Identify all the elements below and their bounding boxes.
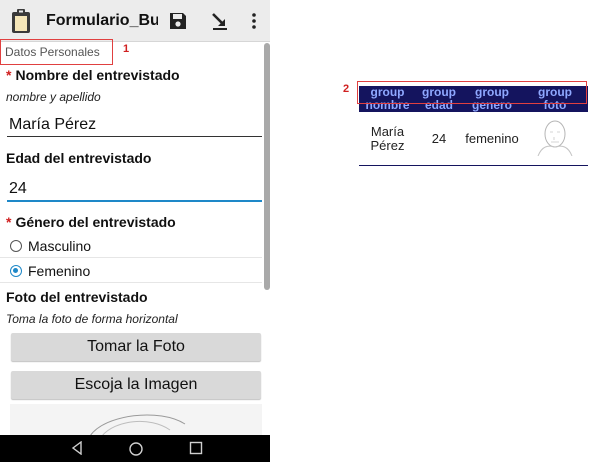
portrait-thumbnail-image: [537, 120, 573, 157]
divider: [0, 257, 262, 258]
system-navigation-bar: [0, 435, 270, 462]
jump-arrow-icon[interactable]: [210, 11, 230, 36]
phone-screen: Formulario_Bu... Datos Personale: [0, 0, 270, 462]
radio-selected-icon[interactable]: [10, 265, 22, 277]
required-marker: *: [6, 214, 12, 230]
group-label-text: Datos Personales: [5, 45, 100, 59]
age-question-label: Edad del entrevistado: [6, 150, 152, 166]
name-input[interactable]: María Pérez: [9, 116, 96, 134]
scrollbar[interactable]: [264, 43, 270, 290]
cell-foto: [522, 112, 588, 166]
app-title: Formulario_Bu...: [46, 12, 158, 29]
name-input-underline: [7, 136, 262, 137]
back-icon[interactable]: [70, 441, 84, 455]
age-input-underline: [7, 200, 262, 202]
name-question-text: Nombre del entrevistado: [15, 67, 180, 83]
app-bar: Formulario_Bu...: [0, 0, 270, 42]
gender-option-masculino[interactable]: Masculino: [10, 238, 91, 254]
gender-option-label: Masculino: [28, 238, 92, 254]
age-input[interactable]: 24: [9, 180, 27, 198]
required-marker: *: [6, 67, 12, 83]
gender-question-text: Género del entrevistado: [15, 214, 176, 230]
cell-edad: 24: [416, 112, 462, 166]
annotation-2: 2: [343, 83, 350, 95]
name-question-label: * Nombre del entrevistado: [6, 67, 180, 83]
clipboard-icon: [10, 8, 32, 39]
home-icon[interactable]: [128, 441, 144, 457]
gender-question-label: * Género del entrevistado: [6, 214, 176, 230]
sketch-portrait-image: [89, 414, 186, 436]
take-photo-button[interactable]: Tomar la Foto: [11, 333, 261, 361]
cell-genero: femenino: [462, 112, 522, 166]
choose-image-button[interactable]: Escoja la Imagen: [11, 371, 261, 399]
overflow-menu-icon[interactable]: [250, 11, 258, 36]
gender-option-label: Femenino: [28, 263, 91, 279]
save-icon[interactable]: [168, 11, 188, 36]
cell-nombre: María Pérez: [359, 112, 416, 166]
recents-icon[interactable]: [189, 441, 203, 455]
radio-unselected-icon[interactable]: [10, 240, 22, 252]
table-row: María Pérez 24 femenino: [359, 112, 588, 166]
group-headers-highlight: [357, 81, 587, 104]
photo-preview: [10, 404, 262, 436]
name-hint: nombre y apellido: [6, 90, 101, 104]
photo-hint: Toma la foto de forma horizontal: [6, 312, 178, 326]
divider: [0, 282, 262, 283]
group-label: Datos Personales: [0, 39, 113, 65]
photo-question-label: Foto del entrevistado: [6, 289, 148, 305]
gender-option-femenino[interactable]: Femenino: [10, 263, 90, 279]
annotation-1: 1: [123, 43, 130, 55]
